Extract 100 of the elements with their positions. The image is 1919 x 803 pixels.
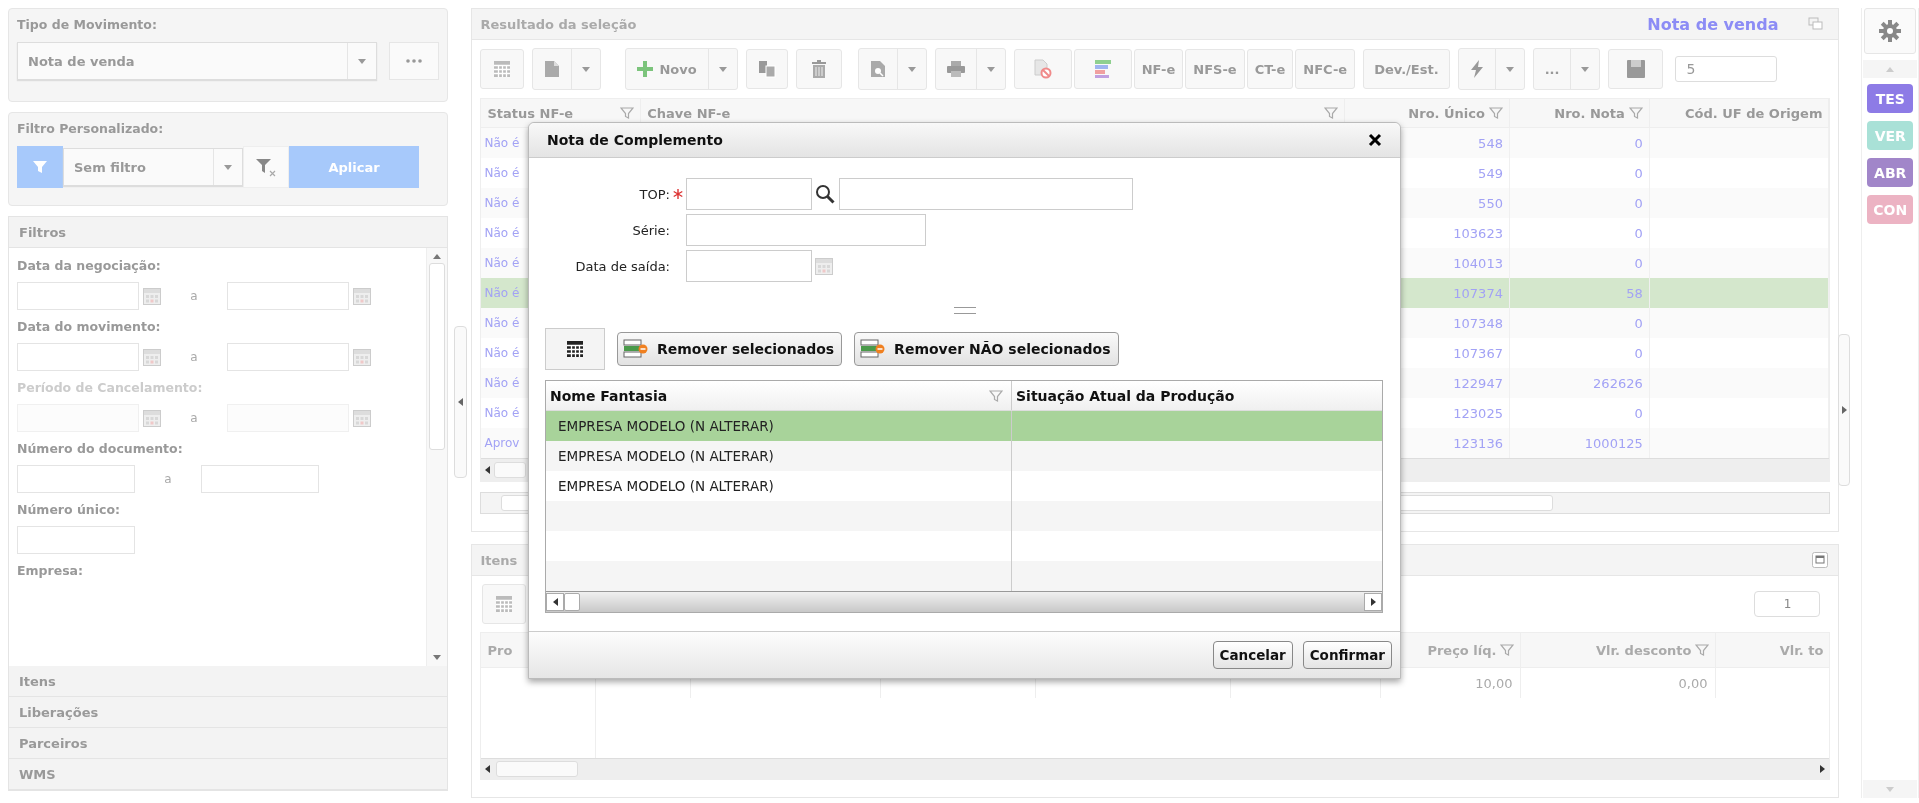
filters-header[interactable]: Filtros bbox=[9, 217, 447, 248]
apply-button[interactable]: Aplicar bbox=[289, 146, 419, 188]
status-tag[interactable]: ABR bbox=[1867, 158, 1914, 187]
number-field[interactable] bbox=[17, 465, 135, 493]
number-field[interactable] bbox=[17, 526, 135, 554]
description-field[interactable] bbox=[839, 178, 1133, 210]
filter-button[interactable] bbox=[17, 146, 63, 188]
scrollbar-thumb[interactable] bbox=[564, 593, 580, 611]
duplicate-button[interactable] bbox=[745, 49, 788, 89]
calendar-icon[interactable] bbox=[143, 287, 161, 305]
date-field[interactable] bbox=[686, 250, 812, 282]
filter-icon[interactable] bbox=[620, 106, 635, 120]
calendar-icon[interactable] bbox=[353, 287, 371, 305]
caret-icon bbox=[582, 66, 591, 72]
more-button[interactable] bbox=[389, 42, 439, 80]
scroll-down-button[interactable] bbox=[1863, 780, 1918, 798]
column-header[interactable]: Vlr. to bbox=[1716, 633, 1830, 667]
actions-button[interactable] bbox=[1457, 48, 1525, 90]
close-icon[interactable] bbox=[1368, 133, 1382, 147]
document-type-button[interactable]: CT-e bbox=[1246, 49, 1294, 89]
search-icon[interactable] bbox=[815, 184, 835, 204]
number-field[interactable] bbox=[201, 465, 319, 493]
dialog-button[interactable]: Cancelar bbox=[1212, 641, 1293, 669]
settings-button[interactable] bbox=[1864, 8, 1917, 54]
clear-filter-button[interactable] bbox=[243, 146, 289, 188]
report-button[interactable] bbox=[1073, 49, 1132, 89]
custom-filter-select[interactable]: Sem filtro bbox=[63, 148, 243, 186]
filter-icon[interactable] bbox=[989, 388, 1003, 403]
filter-icon[interactable] bbox=[1500, 643, 1515, 657]
scroll-left-icon[interactable] bbox=[485, 765, 491, 773]
document-icon bbox=[544, 60, 561, 78]
column-header[interactable]: Nome Fantasia bbox=[546, 381, 1012, 410]
resize-grip[interactable] bbox=[954, 307, 976, 314]
preview-button[interactable] bbox=[857, 48, 927, 90]
filter-icon[interactable] bbox=[1628, 106, 1643, 120]
status-tag[interactable]: TES bbox=[1867, 84, 1914, 113]
filter-label: Data da negociação: bbox=[17, 258, 162, 273]
save-button[interactable] bbox=[1608, 49, 1664, 89]
remove-selected-button[interactable]: Remover selecionados bbox=[617, 332, 843, 366]
document-type-button[interactable]: NFC-e bbox=[1295, 49, 1356, 89]
scroll-right-icon[interactable] bbox=[1370, 598, 1376, 606]
calendar-icon[interactable] bbox=[353, 409, 371, 427]
date-field[interactable] bbox=[17, 343, 139, 371]
section-header[interactable]: Itens bbox=[9, 666, 447, 697]
new-button[interactable]: Novo bbox=[625, 48, 738, 90]
filter-icon[interactable] bbox=[1488, 106, 1503, 120]
filter-icon[interactable] bbox=[1324, 106, 1339, 120]
code-field[interactable] bbox=[686, 178, 812, 210]
scroll-right-icon[interactable] bbox=[1820, 765, 1826, 773]
scroll-left-icon[interactable] bbox=[552, 598, 558, 606]
scroll-up-icon[interactable] bbox=[433, 254, 441, 259]
page-indicator: 1 bbox=[1754, 591, 1821, 617]
column-header[interactable]: Vlr. desconto bbox=[1521, 633, 1717, 667]
date-field[interactable] bbox=[227, 343, 349, 371]
table-cell: EMPRESA MODELO (N ALTERAR) bbox=[558, 478, 774, 494]
text-field[interactable] bbox=[686, 214, 926, 246]
section-header[interactable]: Parceiros bbox=[9, 728, 447, 759]
delete-button[interactable] bbox=[795, 49, 842, 89]
document-type-button[interactable]: NF-e bbox=[1133, 49, 1184, 89]
maximize-icon[interactable] bbox=[1812, 552, 1829, 568]
filter-icon[interactable] bbox=[1695, 643, 1710, 657]
filter-label: Número único: bbox=[17, 502, 122, 517]
windows-icon[interactable] bbox=[1808, 17, 1825, 31]
dialog-button[interactable]: Confirmar bbox=[1302, 641, 1392, 669]
section-header[interactable]: WMS bbox=[9, 759, 447, 790]
document-cancel-icon bbox=[1032, 59, 1053, 79]
calendar-icon[interactable] bbox=[815, 257, 833, 275]
return-button[interactable]: Dev./Est. bbox=[1363, 49, 1450, 89]
remove-unselected-button[interactable]: Remover NÃO selecionados bbox=[854, 332, 1119, 366]
table-cell: 10,00 bbox=[1475, 675, 1513, 691]
status-tag[interactable]: CON bbox=[1867, 195, 1914, 224]
scroll-left-icon[interactable] bbox=[485, 466, 491, 474]
copy-icon bbox=[757, 60, 776, 78]
print-button[interactable] bbox=[934, 48, 1006, 90]
section-header[interactable]: Liberações bbox=[9, 697, 447, 728]
expand-handle[interactable] bbox=[1838, 334, 1851, 486]
column-header[interactable]: Cód. UF de Origem bbox=[1649, 99, 1830, 127]
status-tag[interactable]: VER bbox=[1867, 121, 1914, 150]
calendar-icon[interactable] bbox=[143, 348, 161, 366]
scroll-down-icon[interactable] bbox=[433, 655, 441, 660]
calendar-icon[interactable] bbox=[143, 409, 161, 427]
export-button[interactable] bbox=[532, 48, 602, 90]
collapse-handle[interactable] bbox=[454, 326, 468, 478]
calendar-icon[interactable] bbox=[353, 348, 371, 366]
date-field[interactable] bbox=[227, 282, 349, 310]
date-field[interactable] bbox=[17, 282, 139, 310]
movement-type-select[interactable]: Nota de venda bbox=[17, 42, 377, 80]
cancel-document-button[interactable] bbox=[1013, 49, 1072, 89]
table-row[interactable]: EMPRESA MODELO (N ALTERAR) bbox=[546, 441, 1382, 471]
scrollbar[interactable] bbox=[546, 591, 1382, 612]
page-size-field[interactable]: 5 bbox=[1675, 56, 1778, 82]
grid-button[interactable] bbox=[545, 328, 605, 370]
column-header[interactable]: Nro. Nota bbox=[1509, 99, 1650, 127]
document-type-button[interactable]: NFS-e bbox=[1185, 49, 1245, 89]
scroll-up-button[interactable] bbox=[1863, 60, 1918, 78]
custom-filter-label: Filtro Personalizado: bbox=[17, 121, 165, 136]
table-row[interactable]: EMPRESA MODELO (N ALTERAR) bbox=[546, 411, 1382, 441]
lightning-icon bbox=[1469, 60, 1484, 78]
caret-icon bbox=[224, 164, 232, 170]
more-actions-button[interactable]: ... bbox=[1532, 48, 1601, 90]
